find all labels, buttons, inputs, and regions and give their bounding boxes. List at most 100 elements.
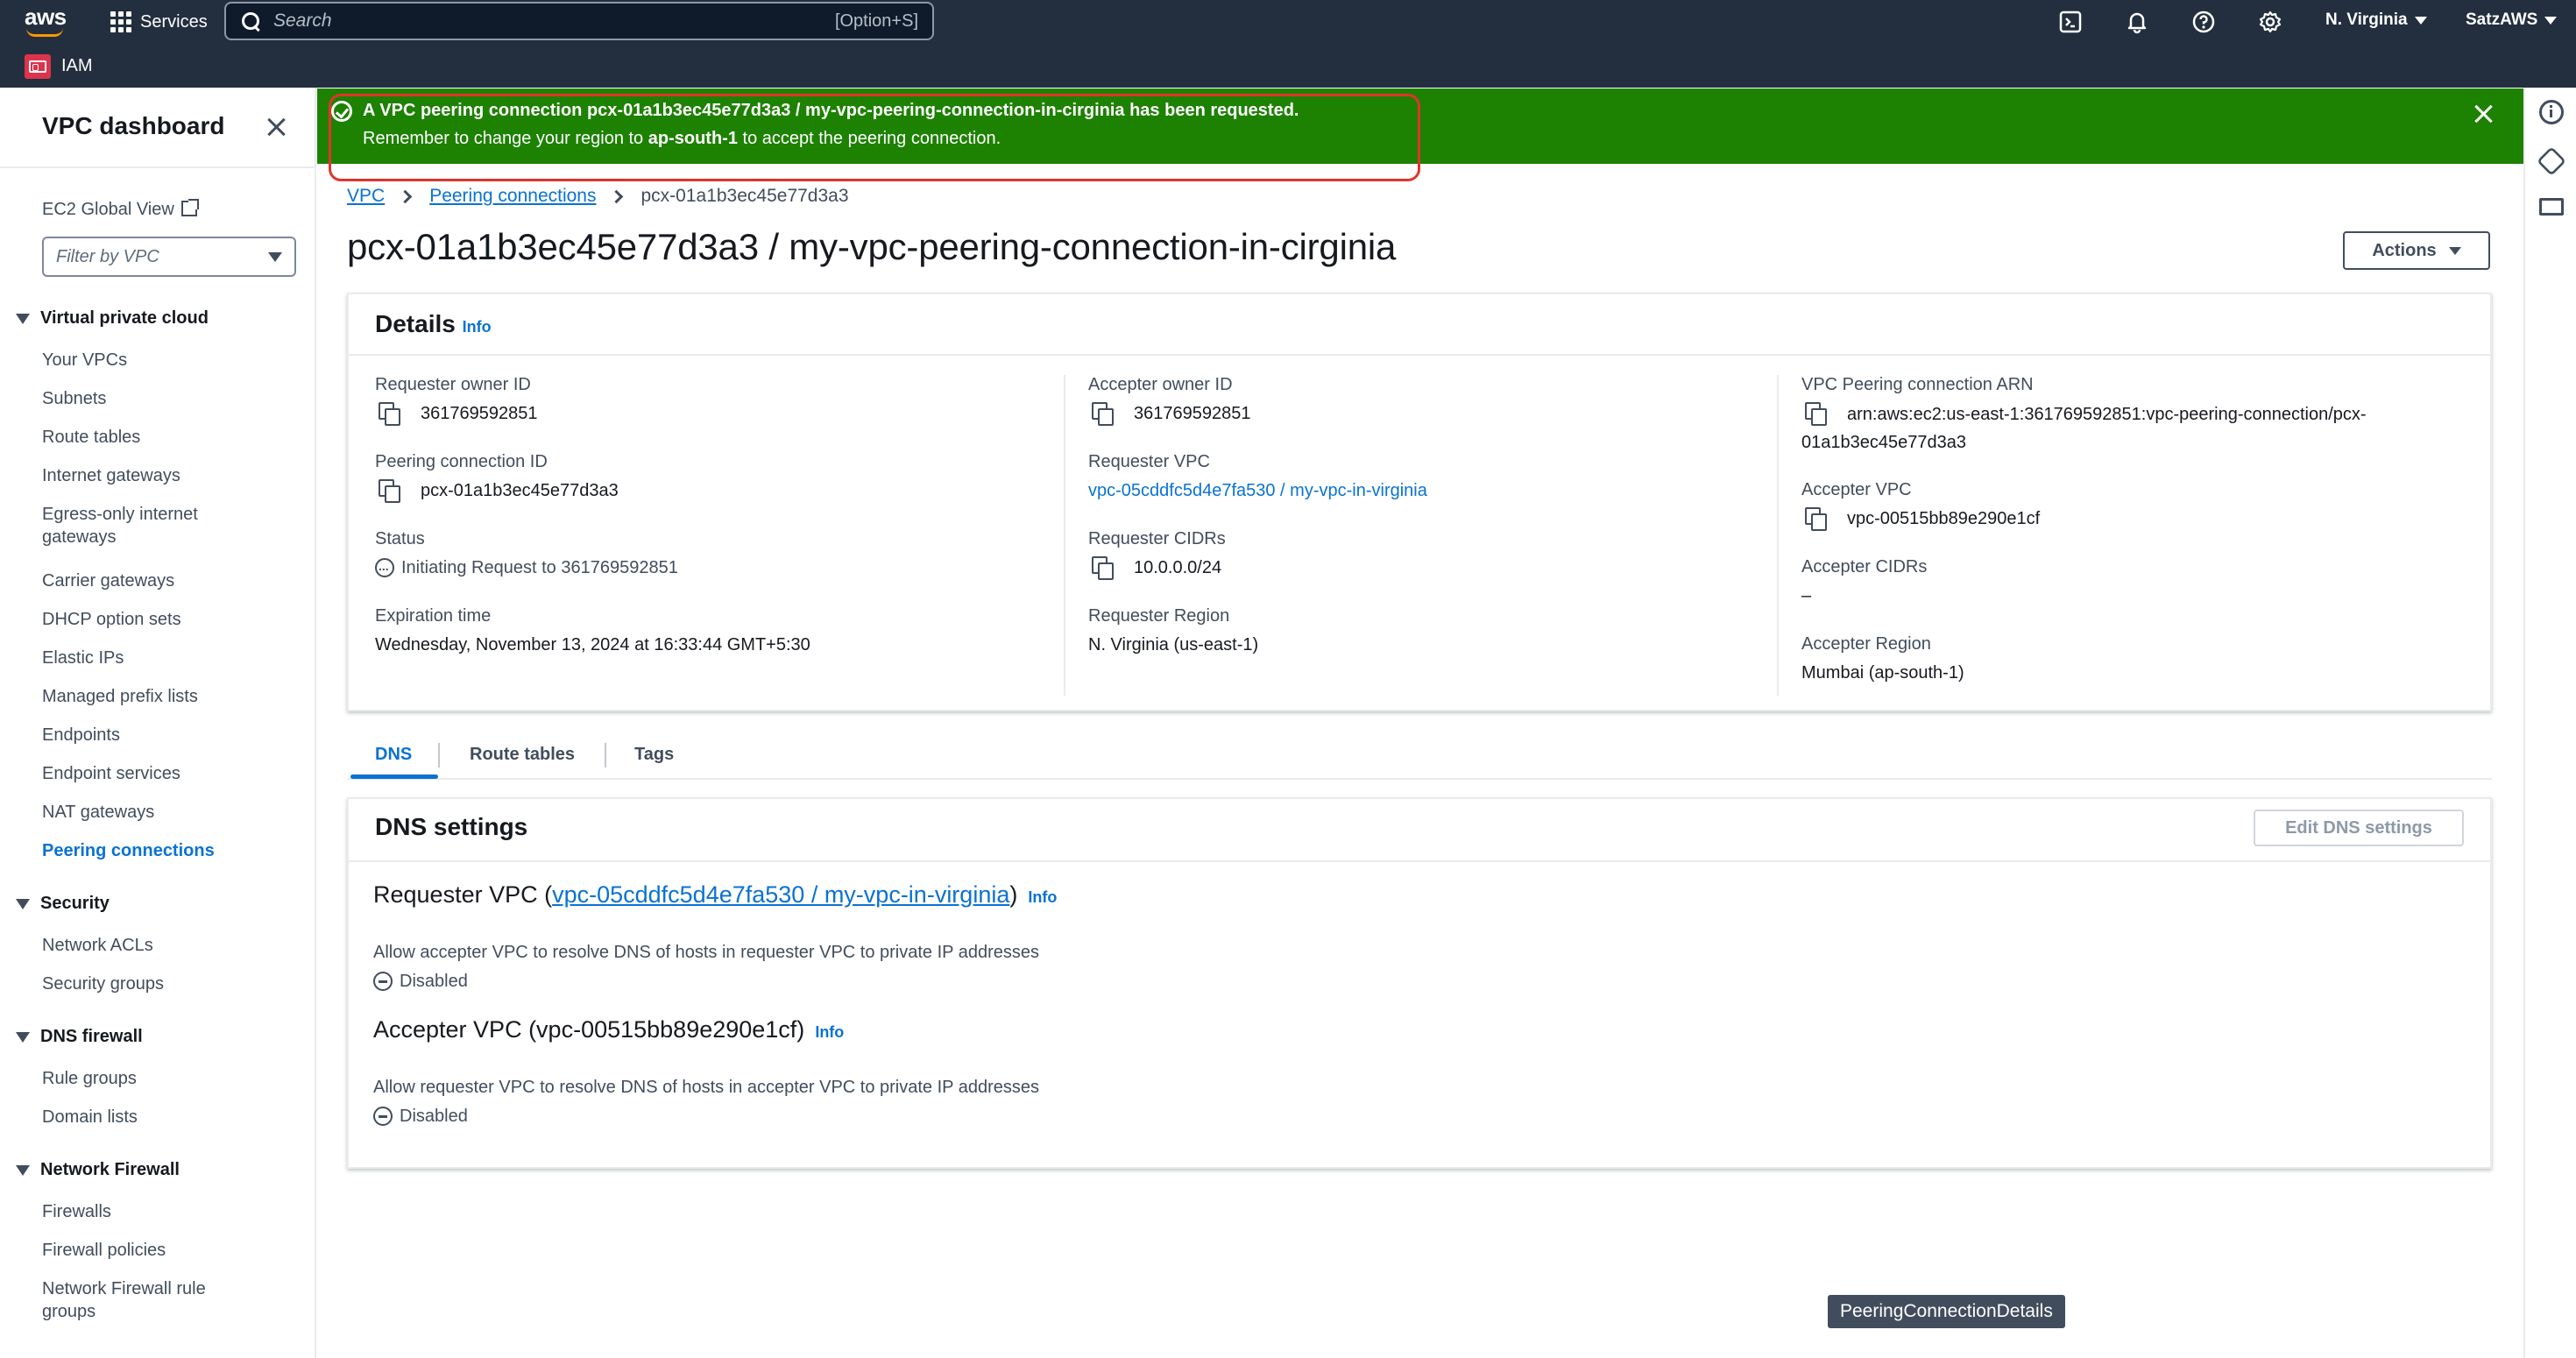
copy-icon[interactable]	[1805, 402, 1828, 426]
aws-logo[interactable]: aws	[25, 5, 68, 37]
notifications-bell-icon[interactable]	[2122, 7, 2152, 37]
external-link-icon	[180, 199, 199, 216]
accepter-cidrs-value: –	[1801, 586, 1812, 605]
vpc-filter-select[interactable]: Filter by VPC	[42, 237, 296, 277]
sidebar-item-firewalls[interactable]: Firewalls	[42, 1200, 111, 1223]
value-text: 361769592851	[421, 404, 538, 423]
details-panel: Details Info Requester owner ID 36176959…	[347, 293, 2492, 711]
sidebar-item-elastic-ips[interactable]: Elastic IPs	[42, 647, 124, 669]
sidebar-item-internet-gateways[interactable]: Internet gateways	[42, 464, 180, 487]
section-dns-firewall[interactable]: DNS firewall	[16, 1027, 143, 1047]
card-divider	[349, 860, 2490, 862]
sidebar-item-dhcp-option-sets[interactable]: DHCP option sets	[42, 608, 181, 631]
value-text: 10.0.0.0/24	[1134, 558, 1222, 577]
accepter-region-value: Mumbai (ap-south-1)	[1801, 663, 1964, 683]
value-text: 361769592851	[1134, 404, 1251, 423]
copy-icon[interactable]	[1092, 556, 1115, 580]
sidebar-item-managed-prefix-lists[interactable]: Managed prefix lists	[42, 685, 198, 708]
sidebar-item-peering-connections[interactable]: Peering connections	[42, 839, 215, 862]
sidebar-item-endpoint-services[interactable]: Endpoint services	[42, 762, 180, 785]
requester-vpc-link[interactable]: vpc-05cddfc5d4e7fa530 / my-vpc-in-virgin…	[1088, 477, 1427, 505]
copy-icon[interactable]	[1092, 402, 1115, 426]
section-virtual-private-cloud[interactable]: Virtual private cloud	[16, 308, 209, 329]
tab-route-tables[interactable]: Route tables	[470, 729, 575, 780]
section-network-firewall[interactable]: Network Firewall	[16, 1160, 180, 1180]
heading-text: )	[1009, 881, 1018, 908]
resources-icon[interactable]	[2537, 146, 2566, 176]
search-input[interactable]	[273, 11, 835, 32]
edit-dns-settings-button[interactable]: Edit DNS settings	[2254, 810, 2464, 846]
status-text: Disabled	[400, 1107, 468, 1126]
requester-cidrs-label: Requester CIDRs	[1088, 529, 1226, 548]
region-selector[interactable]: N. Virginia	[2325, 11, 2427, 30]
copy-icon[interactable]	[1805, 507, 1828, 531]
requester-vpc-value: vpc-05cddfc5d4e7fa530 / my-vpc-in-virgin…	[1088, 477, 1427, 505]
disabled-status-icon	[373, 972, 393, 991]
info-panel-icon[interactable]	[2539, 100, 2564, 124]
iam-service-icon[interactable]	[25, 54, 51, 79]
sidebar-item-your-vpcs[interactable]: Your VPCs	[42, 349, 127, 371]
requester-info-link[interactable]: Info	[1028, 888, 1057, 906]
sidebar-item-domain-lists[interactable]: Domain lists	[42, 1106, 138, 1128]
copy-icon[interactable]	[379, 402, 401, 426]
breadcrumb: VPC Peering connections pcx-01a1b3ec45e7…	[347, 186, 849, 207]
status-text: Disabled	[400, 972, 468, 991]
copy-icon[interactable]	[379, 479, 401, 503]
actions-dropdown-button[interactable]: Actions	[2343, 231, 2490, 270]
requester-vpc-heading-link[interactable]: vpc-05cddfc5d4e7fa530 / my-vpc-in-virgin…	[552, 881, 1009, 908]
breadcrumb-peering-connections-link[interactable]: Peering connections	[429, 186, 596, 207]
breadcrumb-vpc-link[interactable]: VPC	[347, 186, 385, 207]
accepter-info-link[interactable]: Info	[815, 1023, 844, 1041]
sidebar-item-carrier-gateways[interactable]: Carrier gateways	[42, 569, 174, 592]
details-title: Details	[375, 310, 456, 337]
sidebar-item-firewall-policies[interactable]: Firewall policies	[42, 1239, 166, 1262]
sidebar-item-subnets[interactable]: Subnets	[42, 387, 106, 410]
sidebar-item-egress-only-internet-gateways[interactable]: Egress-only internet gateways	[42, 503, 198, 548]
tab-separator	[605, 743, 606, 767]
sidebar-item-network-firewall-rule-groups[interactable]: Network Firewall rule groups	[42, 1277, 206, 1323]
help-icon[interactable]	[2189, 7, 2219, 37]
sidebar-item-network-acls[interactable]: Network ACLs	[42, 934, 153, 957]
page-title: pcx-01a1b3ec45e77d3a3 / my-vpc-peering-c…	[347, 226, 1397, 267]
ec2-global-view-label: EC2 Global View	[42, 200, 174, 219]
section-security[interactable]: Security	[16, 894, 110, 914]
global-search[interactable]: [Option+S]	[224, 2, 934, 40]
close-icon[interactable]	[263, 114, 289, 140]
search-icon	[240, 11, 261, 32]
tab-tags[interactable]: Tags	[634, 729, 674, 780]
sidebar-item-endpoints[interactable]: Endpoints	[42, 724, 120, 746]
favorite-iam-link[interactable]: IAM	[61, 56, 93, 76]
status-text: Initiating Request to 361769592851	[401, 558, 678, 577]
presentation-icon[interactable]	[2539, 198, 2564, 216]
tab-separator	[438, 743, 440, 767]
column-separator	[1064, 375, 1065, 696]
sidebar-item-label: groups	[42, 1302, 96, 1321]
sidebar-divider	[0, 166, 315, 168]
ec2-global-view-link[interactable]: EC2 Global View	[42, 198, 199, 221]
requester-region-label: Requester Region	[1088, 606, 1230, 626]
requester-cidrs-value: 10.0.0.0/24	[1092, 554, 1221, 582]
section-title: DNS firewall	[40, 1027, 143, 1046]
services-menu-button[interactable]: Services	[110, 9, 208, 35]
column-separator	[1777, 375, 1779, 696]
active-tab-indicator	[350, 774, 438, 779]
account-menu[interactable]: SatzAWS	[2466, 11, 2558, 30]
dismiss-close-icon[interactable]	[2471, 101, 2497, 127]
accepter-owner-id-value: 361769592851	[1092, 400, 1250, 428]
tab-dns[interactable]: DNS	[375, 729, 412, 780]
details-info-link[interactable]: Info	[463, 318, 492, 336]
requester-dns-status: Disabled	[373, 967, 468, 995]
cloudshell-icon[interactable]	[2056, 7, 2085, 37]
caret-down-icon	[2448, 246, 2461, 255]
section-title: Security	[40, 894, 110, 913]
chevron-right-icon	[610, 189, 624, 203]
sidebar-item-rule-groups[interactable]: Rule groups	[42, 1067, 137, 1090]
grid-icon	[110, 11, 131, 32]
value-text: arn:aws:ec2:us-east-1:361769592851:vpc-p…	[1847, 405, 2367, 424]
sidebar-item-nat-gateways[interactable]: NAT gateways	[42, 801, 154, 824]
settings-gear-icon[interactable]	[2255, 7, 2285, 37]
sidebar-title[interactable]: VPC dashboard	[42, 112, 224, 140]
sidebar-item-security-groups[interactable]: Security groups	[42, 973, 164, 995]
sidebar-item-route-tables[interactable]: Route tables	[42, 426, 140, 449]
vpc-filter-placeholder: Filter by VPC	[56, 246, 159, 266]
